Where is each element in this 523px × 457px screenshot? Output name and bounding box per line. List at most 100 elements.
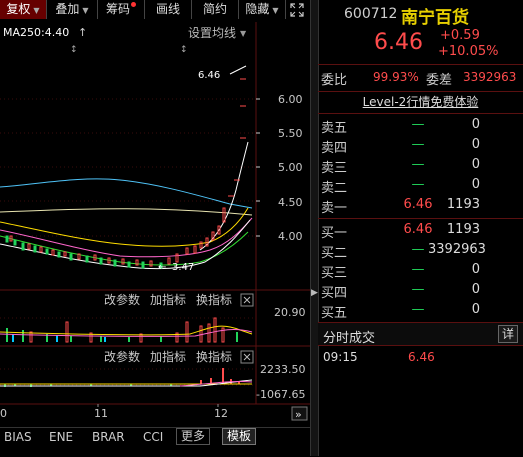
tab-simple-label: 简约 [202, 2, 227, 16]
last-price-label: 6.46 [198, 70, 220, 81]
weicha-value: 3392963 [463, 70, 517, 84]
event-marker-icon: ↕ [180, 45, 188, 55]
bid-label: 买四 [321, 286, 348, 301]
trade-time: 09:15 [323, 350, 358, 364]
more-button[interactable]: 更多 [176, 428, 211, 445]
fullscreen-button[interactable] [286, 0, 308, 19]
macd-bars [0, 368, 253, 387]
price-axis-tick: 4.50 [278, 196, 303, 209]
indicator-brar[interactable]: BRAR [92, 430, 125, 445]
bid-volume: 3392963 [428, 242, 486, 257]
weicha-label: 委差 [426, 73, 453, 88]
ask-label: 卖二 [321, 181, 348, 196]
quote-panel: 600712 南宁百货 6.46 +0.59 +10.05% 委比 99.93%… [318, 0, 523, 456]
weibi-value: 99.93% [373, 70, 419, 84]
chevron-down-icon: ▼ [272, 6, 279, 15]
chart-toolbar: 复权 ▼ 叠加 ▼ 筹码 画线 简约 隐藏 ▼ [0, 0, 310, 20]
indicator-bias[interactable]: BIAS [4, 430, 32, 445]
settings-ma-button[interactable]: 设置均线 [188, 26, 236, 40]
ask-volume: 0 [471, 117, 480, 132]
bid-volume: 0 [471, 282, 480, 297]
last-price: 6.46 [374, 30, 423, 55]
trades-title: 分时成交 [323, 331, 376, 346]
price-axis-tick: 4.00 [278, 230, 303, 243]
ask-volume: 0 [471, 177, 480, 192]
close-icon[interactable] [240, 293, 254, 307]
ask-volume: 1193 [446, 197, 480, 212]
macd-axis-top: 2233.50 [260, 363, 306, 376]
bid-row: 买二 — 3392963 [318, 240, 523, 261]
tab-draw-line-label: 画线 [155, 2, 180, 16]
notification-dot-icon [131, 2, 136, 7]
tab-fuquan-label: 复权 [6, 2, 31, 16]
ma-arrow-icon: ↑ [78, 26, 87, 39]
low-price-label: 3.47 [172, 262, 194, 273]
tab-draw-line[interactable]: 画线 [145, 0, 192, 19]
ma-label: MA250:4.40 [3, 26, 69, 39]
vol-add-indicator-button[interactable]: 加指标 [150, 292, 186, 307]
stock-name: 南宁百货 [401, 8, 469, 28]
price-axis-tick: 5.50 [278, 127, 303, 140]
double-chevron-right-icon: » [295, 408, 302, 421]
ask-volume: 0 [471, 157, 480, 172]
indicator-ene[interactable]: ENE [49, 430, 73, 445]
close-icon[interactable] [240, 350, 254, 364]
trade-row: 09:15 6.46 [318, 347, 523, 367]
level2-link[interactable]: Level-2行情免费体验 [363, 95, 479, 109]
indicator-cci[interactable]: CCI [143, 430, 163, 445]
ask-label: 卖三 [321, 161, 348, 176]
trade-detail-button[interactable]: 详 [498, 325, 518, 343]
vol-switch-indicator-button[interactable]: 换指标 [196, 292, 232, 307]
price-pointer-icon [229, 65, 247, 75]
tab-fuquan[interactable]: 复权 ▼ [0, 0, 47, 19]
price-axis: 6.00 5.50 5.00 4.50 4.00 [278, 93, 303, 243]
tab-chips-label: 筹码 [105, 2, 130, 16]
bid-row: 买五 — 0 [318, 300, 523, 321]
ask-label: 卖四 [321, 141, 348, 156]
macd-switch-indicator-button[interactable]: 换指标 [196, 349, 232, 364]
tab-overlay-label: 叠加 [55, 2, 80, 16]
low-arrow-icon: ← [158, 262, 166, 273]
price-axis-tick: 6.00 [278, 93, 303, 106]
bid-row: 买四 — 0 [318, 280, 523, 301]
x-axis-label: 0 [0, 407, 7, 420]
bid-label: 买二 [321, 246, 348, 261]
tab-hide-label: 隐藏 [245, 2, 270, 16]
bid-row: 买一 6.46 1193 [318, 220, 523, 241]
bid-label: 买一 [321, 226, 348, 241]
tab-simple[interactable]: 简约 [192, 0, 239, 19]
tab-overlay[interactable]: 叠加 ▼ [47, 0, 98, 19]
x-axis-label: 12 [214, 407, 228, 420]
price-change-pct: +10.05% [438, 44, 499, 59]
bid-volume: 0 [471, 262, 480, 277]
fullscreen-icon [290, 3, 304, 17]
chevron-down-icon: ▼ [240, 29, 247, 38]
macd-params-button[interactable]: 改参数 [104, 349, 140, 364]
weibi-label: 委比 [321, 73, 348, 88]
vol-axis-top: 20.90 [274, 306, 306, 319]
chevron-down-icon: ▼ [82, 6, 89, 15]
macd-axis-bottom: -1067.65 [256, 388, 305, 401]
ask-row: 卖四 — 0 [318, 135, 523, 156]
trade-price: 6.46 [408, 350, 435, 364]
macd-add-indicator-button[interactable]: 加指标 [150, 349, 186, 364]
ask-row: 卖二 — 0 [318, 175, 523, 196]
bid-volume: 1193 [446, 222, 480, 237]
chevron-down-icon: ▼ [33, 6, 40, 15]
tab-chips[interactable]: 筹码 [98, 0, 145, 19]
bid-volume: 0 [471, 302, 480, 317]
vol-params-button[interactable]: 改参数 [104, 292, 140, 307]
bid-row: 买三 — 0 [318, 260, 523, 281]
bid-label: 买三 [321, 266, 348, 281]
collapse-arrow-icon[interactable]: ▶ [311, 288, 318, 298]
tab-hide[interactable]: 隐藏 ▼ [239, 0, 286, 19]
kline-chart-area[interactable]: MA250:4.40 ↑ 设置均线 ▼ ↕ ↕ 3.47 ← 6.46 6.00… [0, 20, 310, 428]
indicator-bar: BIAS ENE BRAR CCI 更多 模板 [0, 427, 310, 457]
ask-label: 卖一 [321, 201, 348, 216]
ask-volume: 0 [471, 137, 480, 152]
price-change: +0.59 [440, 28, 480, 43]
event-marker-icon: ↕ [70, 45, 78, 55]
scroll-right-button[interactable]: » [291, 406, 308, 421]
ask-row: 卖一 6.46 1193 [318, 195, 523, 216]
template-button[interactable]: 模板 [222, 428, 257, 445]
